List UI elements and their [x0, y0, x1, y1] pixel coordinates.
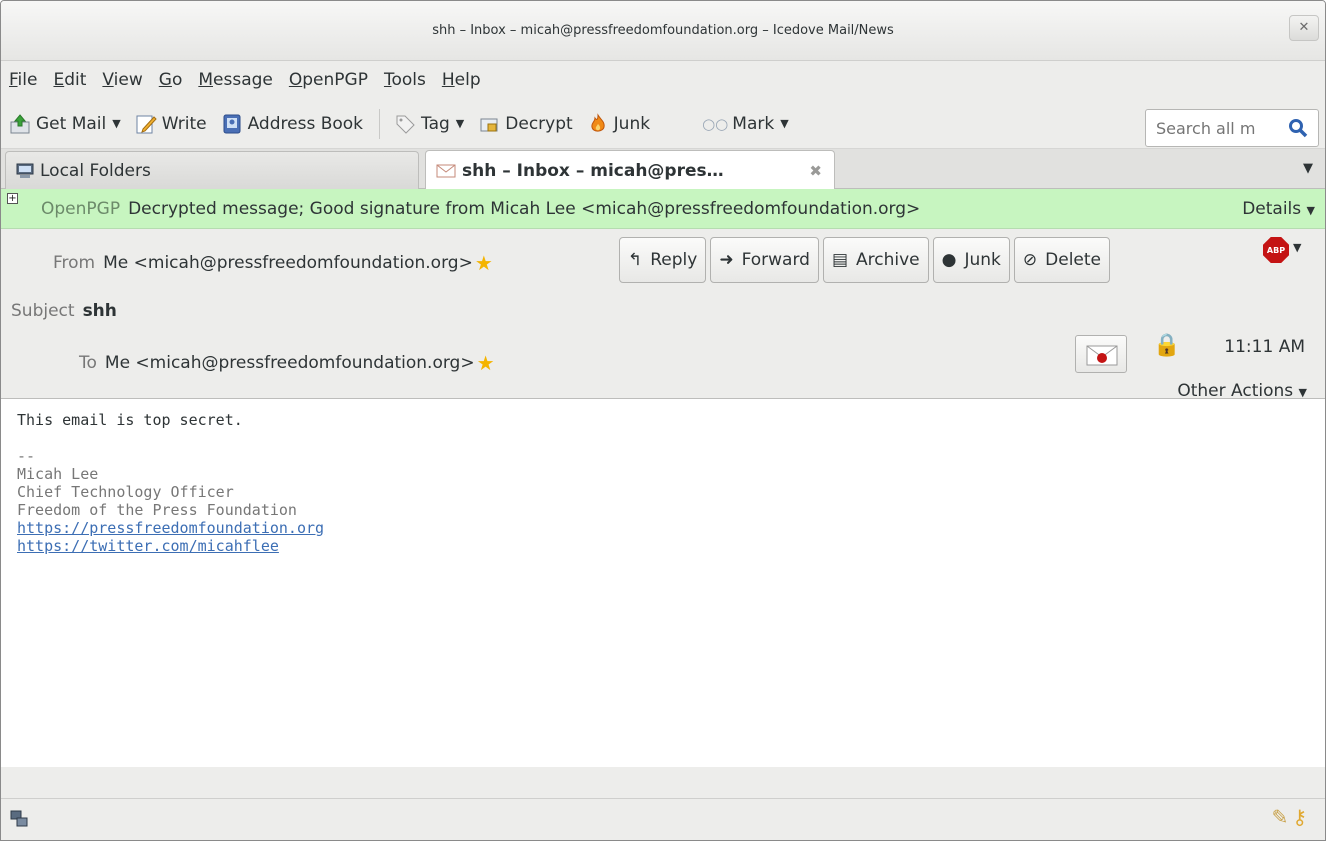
openpgp-status-text: Decrypted message; Good signature from M…: [128, 198, 921, 219]
openpgp-status-bar: + OpenPGP Decrypted message; Good signat…: [1, 189, 1325, 229]
junk-flame-icon: [591, 112, 605, 132]
forward-button[interactable]: ➜ Forward: [710, 237, 819, 283]
local-folders-icon: [16, 163, 34, 178]
menu-bar: File Edit View Go Message OpenPGP Tools …: [1, 61, 1325, 99]
archive-icon: ▤: [831, 250, 849, 270]
signature-title: Chief Technology Officer: [17, 483, 234, 501]
signature-name: Micah Lee: [17, 465, 99, 483]
menu-openpgp[interactable]: OpenPGP: [289, 70, 368, 90]
reply-icon: ↰: [628, 250, 643, 270]
message-time: 11:11 AM: [1224, 337, 1305, 357]
to-row: To Me <micah@pressfreedomfoundation.org>…: [79, 351, 495, 375]
from-row: From Me <micah@pressfreedomfoundation.or…: [53, 251, 493, 275]
subject-row: Subject shh: [11, 301, 117, 321]
subject-value: shh: [82, 301, 117, 321]
menu-message[interactable]: Message: [198, 70, 273, 90]
mark-button[interactable]: ○○ Mark ▼: [702, 114, 789, 134]
menu-tools[interactable]: Tools: [384, 70, 426, 90]
subject-label: Subject: [11, 301, 75, 321]
address-book-icon: [223, 114, 241, 133]
get-mail-icon: [10, 113, 30, 133]
to-label: To: [79, 353, 97, 373]
decrypt-icon: [480, 118, 498, 131]
search-box[interactable]: [1145, 109, 1319, 147]
message-actions: ↰ Reply ➜ Forward ▤ Archive ● Junk ⊘ Delete: [619, 237, 1114, 283]
website-link[interactable]: https://pressfreedomfoundation.org: [17, 519, 324, 537]
main-toolbar: Get Mail ▼ Write Address Book Tag ▼ Decr…: [1, 99, 1325, 149]
menu-file[interactable]: File: [9, 70, 37, 90]
chevron-down-icon[interactable]: ▼: [1293, 241, 1301, 254]
to-address[interactable]: Me <micah@pressfreedomfoundation.org>: [105, 353, 475, 373]
toolbar-separator: [379, 108, 381, 139]
from-label: From: [53, 253, 96, 273]
mail-window: shh – Inbox – micah@pressfreedomfoundati…: [0, 0, 1326, 841]
other-actions-button[interactable]: Other Actions ▼: [1177, 381, 1307, 401]
expand-icon[interactable]: +: [7, 193, 18, 204]
reply-button[interactable]: ↰ Reply: [619, 237, 707, 283]
tag-button[interactable]: Tag ▼: [394, 113, 464, 135]
signature-separator: --: [17, 447, 36, 465]
search-input[interactable]: [1154, 117, 1288, 139]
address-book-button[interactable]: Address Book: [221, 113, 363, 135]
delete-button[interactable]: ⊘ Delete: [1013, 237, 1111, 283]
tab-bar: Local Folders shh – Inbox – micah@pres… …: [1, 149, 1325, 190]
lock-icon[interactable]: 🔒: [1153, 333, 1180, 358]
decrypt-button[interactable]: Decrypt: [478, 113, 573, 135]
chevron-down-icon: ▼: [455, 117, 465, 130]
delete-icon: ⊘: [1022, 250, 1038, 270]
tab-list-dropdown[interactable]: ▼: [1303, 161, 1313, 176]
junk-toolbar-button[interactable]: Junk: [587, 112, 650, 135]
junk-button[interactable]: ● Junk: [932, 237, 1010, 283]
openpgp-label: OpenPGP: [41, 198, 121, 219]
get-mail-button[interactable]: Get Mail ▼: [9, 113, 121, 135]
body-text: This email is top secret.: [17, 411, 243, 429]
write-button[interactable]: Write: [135, 113, 207, 135]
tab-local-folders[interactable]: Local Folders: [5, 151, 419, 189]
write-icon: [136, 115, 157, 133]
sealed-envelope-button[interactable]: [1075, 335, 1127, 373]
from-address[interactable]: Me <micah@pressfreedomfoundation.org>: [103, 253, 473, 273]
title-bar: shh – Inbox – micah@pressfreedomfoundati…: [1, 1, 1325, 61]
twitter-link[interactable]: https://twitter.com/micahflee: [17, 537, 279, 555]
close-window-button[interactable]: ✕: [1289, 15, 1319, 41]
message-header: From Me <micah@pressfreedomfoundation.or…: [1, 229, 1325, 401]
key-icon[interactable]: ⚷: [1292, 805, 1307, 829]
menu-help[interactable]: Help: [442, 70, 481, 90]
junk-icon: ●: [941, 250, 957, 270]
menu-edit[interactable]: Edit: [53, 70, 86, 90]
envelope-tab-icon: [436, 164, 456, 177]
close-tab-icon[interactable]: ✖: [809, 162, 822, 180]
signature-org: Freedom of the Press Foundation: [17, 501, 297, 519]
status-icons: ✎ ⚷: [1272, 805, 1307, 829]
search-icon[interactable]: [1288, 118, 1308, 138]
network-icon[interactable]: [9, 809, 29, 829]
mark-glasses-icon: ○○: [702, 114, 729, 133]
pencil-icon[interactable]: ✎: [1272, 805, 1289, 829]
message-body: This email is top secret. -- Micah Lee C…: [1, 399, 1325, 767]
menu-go[interactable]: Go: [159, 70, 183, 90]
tag-icon: [396, 115, 415, 134]
chevron-down-icon: ▼: [780, 117, 789, 130]
adblock-icon[interactable]: ABP: [1263, 237, 1289, 263]
chevron-down-icon: ▼: [112, 117, 121, 130]
tab-message[interactable]: shh – Inbox – micah@pres… ✖: [425, 150, 835, 190]
star-icon[interactable]: ★: [475, 251, 493, 275]
forward-icon: ➜: [719, 250, 734, 270]
status-bar: ✎ ⚷: [1, 798, 1325, 840]
window-title: shh – Inbox – micah@pressfreedomfoundati…: [432, 23, 894, 38]
chevron-down-icon: ▼: [1306, 203, 1315, 217]
details-button[interactable]: Details ▼: [1242, 199, 1315, 219]
chevron-down-icon: ▼: [1298, 386, 1307, 399]
menu-view[interactable]: View: [102, 70, 142, 90]
archive-button[interactable]: ▤ Archive: [822, 237, 929, 283]
sealed-envelope-icon: [1086, 345, 1118, 366]
star-icon[interactable]: ★: [477, 351, 495, 375]
